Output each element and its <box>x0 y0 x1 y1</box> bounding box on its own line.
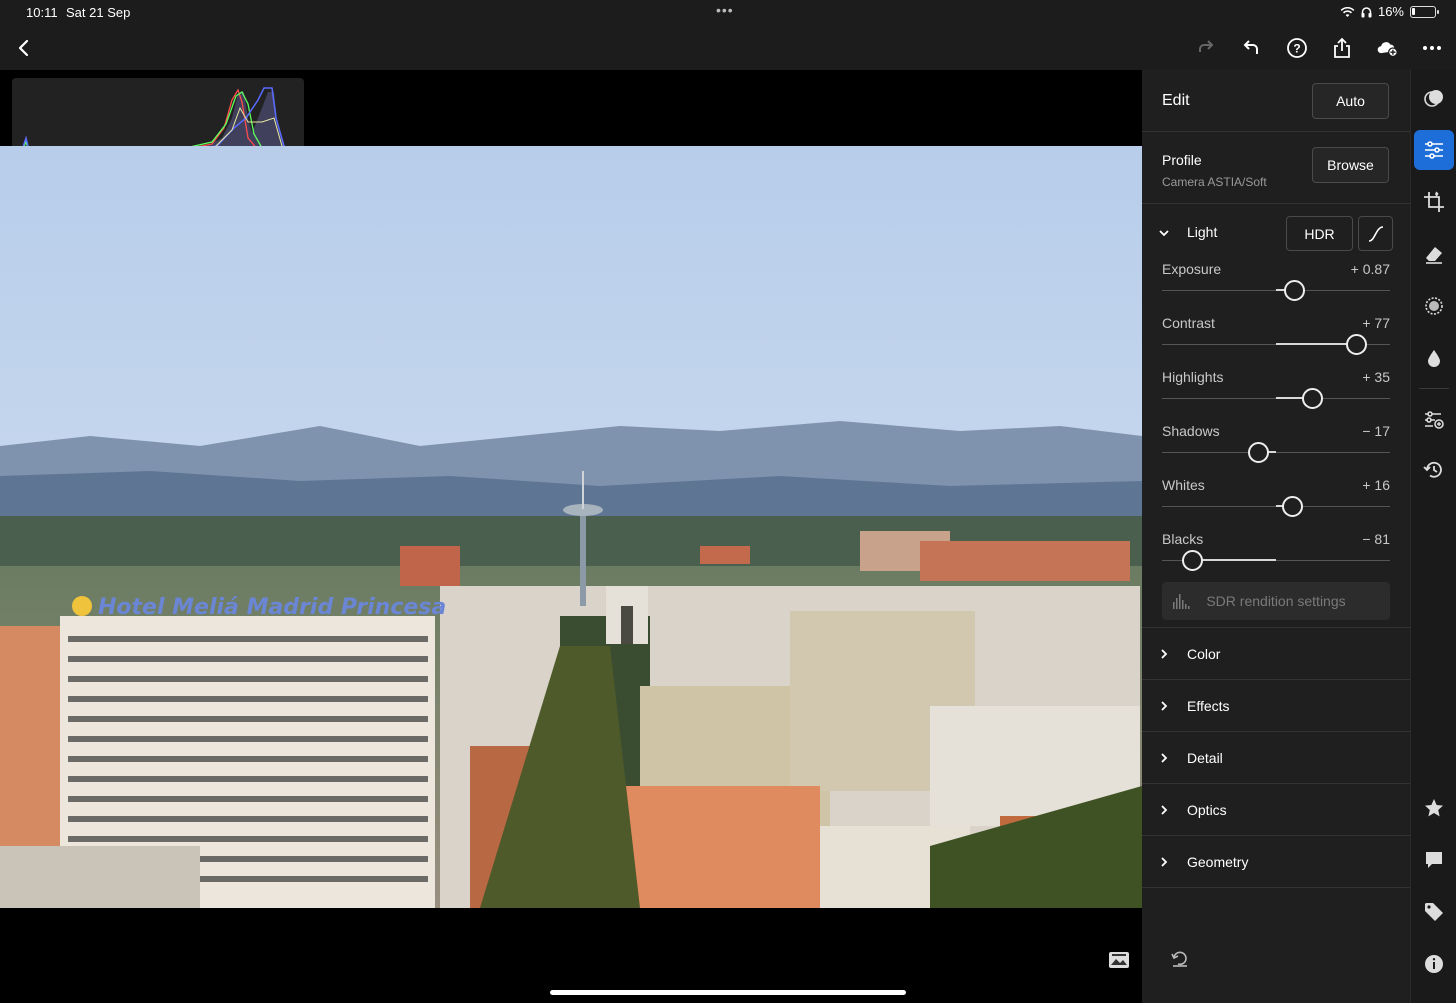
slider-label: Shadows <box>1162 423 1220 439</box>
info-icon[interactable] <box>1414 944 1454 984</box>
adjust-add-icon[interactable] <box>1414 400 1454 440</box>
hdr-button[interactable]: HDR <box>1286 216 1353 251</box>
browse-button[interactable]: Browse <box>1312 147 1389 183</box>
cloud-add-icon[interactable] <box>1373 34 1401 62</box>
photo-image: Hotel Meliá Madrid Princesa <box>0 146 1142 908</box>
svg-text:?: ? <box>1293 42 1300 56</box>
slider-label: Highlights <box>1162 369 1224 385</box>
edit-panel: Edit Auto Profile Camera ASTIA/Soft Brow… <box>1142 70 1410 1003</box>
section-effects[interactable]: Effects <box>1142 680 1410 732</box>
slider-blacks[interactable]: Blacks − 81 <box>1162 531 1390 581</box>
rail-divider <box>1419 388 1449 389</box>
undo-icon[interactable] <box>1237 34 1265 62</box>
edit-sliders-icon[interactable] <box>1414 130 1454 170</box>
slider-value[interactable]: + 77 <box>1362 315 1390 331</box>
slider-handle[interactable] <box>1345 334 1367 355</box>
histogram-small-icon <box>1173 594 1190 609</box>
slider-fill <box>1191 559 1276 561</box>
slider-handle[interactable] <box>1181 550 1203 571</box>
slider-contrast[interactable]: Contrast + 77 <box>1162 315 1390 365</box>
crop-icon[interactable] <box>1414 182 1454 222</box>
edit-title: Edit <box>1162 92 1190 109</box>
sdr-rendition-label: SDR rendition settings <box>1206 593 1346 609</box>
status-date: Sat 21 Sep <box>66 5 131 20</box>
section-label: Optics <box>1187 802 1227 818</box>
back-icon[interactable] <box>10 34 38 62</box>
reset-edits-icon[interactable] <box>1170 950 1190 968</box>
tag-icon[interactable] <box>1414 892 1454 932</box>
photo-canvas[interactable]: Hotel Meliá Madrid Princesa <box>0 70 1142 1003</box>
profile-label: Profile <box>1162 152 1202 168</box>
tool-rail <box>1410 70 1456 1003</box>
slider-track[interactable] <box>1162 452 1390 453</box>
slider-highlights[interactable]: Highlights + 35 <box>1162 369 1390 419</box>
slider-value[interactable]: + 35 <box>1362 369 1390 385</box>
section-label: Geometry <box>1187 854 1249 870</box>
edit-header: Edit Auto <box>1142 70 1410 132</box>
slider-handle[interactable] <box>1247 442 1269 463</box>
slider-label: Blacks <box>1162 531 1204 547</box>
chevron-right-icon <box>1161 805 1168 815</box>
chevron-right-icon <box>1161 753 1168 763</box>
chevron-right-icon <box>1161 857 1168 867</box>
slider-value[interactable]: + 16 <box>1362 477 1390 493</box>
masking-icon[interactable] <box>1414 286 1454 326</box>
profile-section: Profile Camera ASTIA/Soft Browse <box>1142 132 1410 204</box>
status-indicators: 16% <box>1340 4 1439 19</box>
blur-drop-icon[interactable] <box>1414 338 1454 378</box>
status-time: 10:11 <box>26 5 58 20</box>
slider-exposure[interactable]: Exposure + 0.87 <box>1162 261 1390 311</box>
chevron-down-icon[interactable] <box>1158 227 1170 239</box>
section-color[interactable]: Color <box>1142 628 1410 680</box>
home-indicator[interactable] <box>550 990 906 995</box>
auto-button[interactable]: Auto <box>1312 83 1389 119</box>
help-icon[interactable]: ? <box>1283 34 1311 62</box>
slider-label: Contrast <box>1162 315 1215 331</box>
section-label: Effects <box>1187 698 1230 714</box>
slider-whites[interactable]: Whites + 16 <box>1162 477 1390 527</box>
share-icon[interactable] <box>1328 34 1356 62</box>
redo-icon[interactable] <box>1192 34 1220 62</box>
section-optics[interactable]: Optics <box>1142 784 1410 836</box>
hdr-view-toggle-icon[interactable] <box>1108 950 1130 970</box>
chevron-right-icon <box>1161 649 1168 659</box>
hotel-sign-text: Hotel Meliá Madrid Princesa <box>98 595 446 620</box>
more-icon[interactable] <box>1418 34 1446 62</box>
battery-icon <box>1410 5 1439 18</box>
slider-value[interactable]: − 81 <box>1362 531 1390 547</box>
light-section: Light HDR Exposure + 0.87 Contrast + 77 High… <box>1142 204 1410 628</box>
multitasking-dots-icon[interactable]: ••• <box>716 2 734 18</box>
section-label: Detail <box>1187 750 1223 766</box>
profile-value: Camera ASTIA/Soft <box>1162 175 1267 189</box>
chevron-right-icon <box>1161 701 1168 711</box>
slider-handle[interactable] <box>1281 496 1303 517</box>
status-bar: 10:11 Sat 21 Sep ••• 16% <box>0 0 1456 26</box>
top-toolbar: ? <box>0 26 1456 70</box>
battery-percent: 16% <box>1377 4 1404 19</box>
wifi-icon <box>1340 6 1355 17</box>
headphones-icon <box>1361 6 1372 17</box>
slider-label: Exposure <box>1162 261 1222 277</box>
history-icon[interactable] <box>1414 450 1454 490</box>
section-detail[interactable]: Detail <box>1142 732 1410 784</box>
star-rating-icon[interactable] <box>1414 788 1454 828</box>
slider-value[interactable]: − 17 <box>1362 423 1390 439</box>
slider-handle[interactable] <box>1284 280 1306 301</box>
slider-shadows[interactable]: Shadows − 17 <box>1162 423 1390 473</box>
section-label: Color <box>1187 646 1221 662</box>
presets-icon[interactable] <box>1414 78 1454 118</box>
sdr-rendition-button[interactable]: SDR rendition settings <box>1162 582 1390 620</box>
section-geometry[interactable]: Geometry <box>1142 836 1410 888</box>
healing-eraser-icon[interactable] <box>1414 234 1454 274</box>
slider-handle[interactable] <box>1302 388 1324 409</box>
slider-value[interactable]: + 0.87 <box>1351 261 1390 277</box>
slider-label: Whites <box>1162 477 1205 493</box>
comments-icon[interactable] <box>1414 840 1454 880</box>
tone-curve-icon[interactable] <box>1358 216 1393 251</box>
slider-fill <box>1276 343 1356 345</box>
light-title[interactable]: Light <box>1187 224 1217 240</box>
